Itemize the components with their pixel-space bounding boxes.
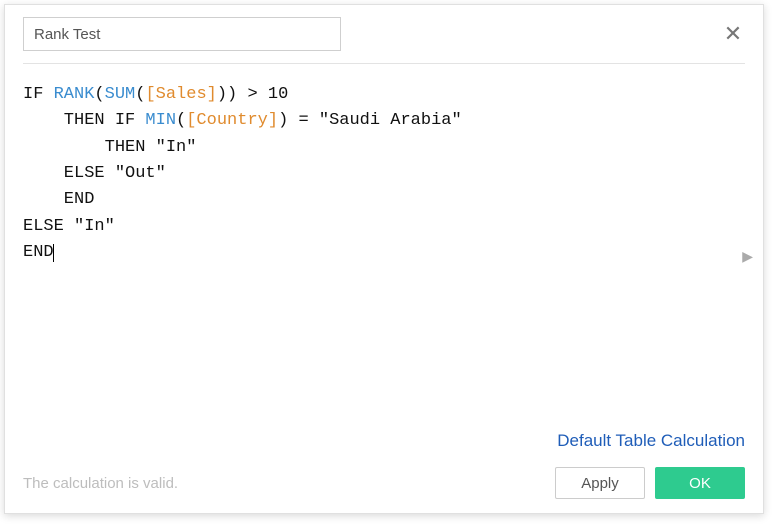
formula-token: ELSE "In" [23, 217, 115, 236]
formula-token: ( [135, 85, 145, 104]
formula-line: THEN "In" [23, 135, 745, 161]
close-icon[interactable]: ✕ [721, 22, 745, 46]
dialog-header: ✕ [5, 5, 763, 63]
calculation-name-input[interactable] [23, 17, 341, 51]
ok-button[interactable]: OK [655, 467, 745, 499]
formula-token: IF [23, 85, 54, 104]
formula-token: ( [94, 85, 104, 104]
formula-line: ELSE "Out" [23, 161, 745, 187]
formula-line: ELSE "In" [23, 214, 745, 240]
link-row: Default Table Calculation [5, 431, 763, 459]
formula-token: ) = "Saudi Arabia" [278, 111, 462, 130]
formula-line: END [23, 187, 745, 213]
dialog-footer: The calculation is valid. Apply OK [5, 459, 763, 513]
formula-token: THEN "In" [23, 138, 196, 157]
formula-token: THEN IF [23, 111, 145, 130]
text-caret [53, 244, 54, 262]
formula-token: END [23, 190, 94, 209]
formula-token: )) > 10 [217, 85, 288, 104]
formula-line: IF RANK(SUM([Sales])) > 10 [23, 82, 745, 108]
formula-token: [Country] [186, 111, 278, 130]
validation-status: The calculation is valid. [23, 475, 178, 492]
formula-token: ( [176, 111, 186, 130]
formula-token: [Sales] [145, 85, 216, 104]
formula-editor-area[interactable]: IF RANK(SUM([Sales])) > 10 THEN IF MIN([… [5, 64, 763, 431]
formula-token: RANK [54, 85, 95, 104]
formula-token: ELSE "Out" [23, 164, 166, 183]
formula-token: MIN [145, 111, 176, 130]
formula-token: END [23, 243, 54, 262]
apply-button[interactable]: Apply [555, 467, 645, 499]
formula-token: SUM [105, 85, 136, 104]
default-table-calculation-link[interactable]: Default Table Calculation [557, 431, 745, 450]
formula-line: THEN IF MIN([Country]) = "Saudi Arabia" [23, 108, 745, 134]
expand-arrow-icon[interactable]: ▶ [738, 244, 757, 269]
calculation-editor-dialog: ✕ IF RANK(SUM([Sales])) > 10 THEN IF MIN… [4, 4, 764, 514]
formula-text[interactable]: IF RANK(SUM([Sales])) > 10 THEN IF MIN([… [23, 82, 745, 266]
formula-line: END [23, 240, 745, 266]
